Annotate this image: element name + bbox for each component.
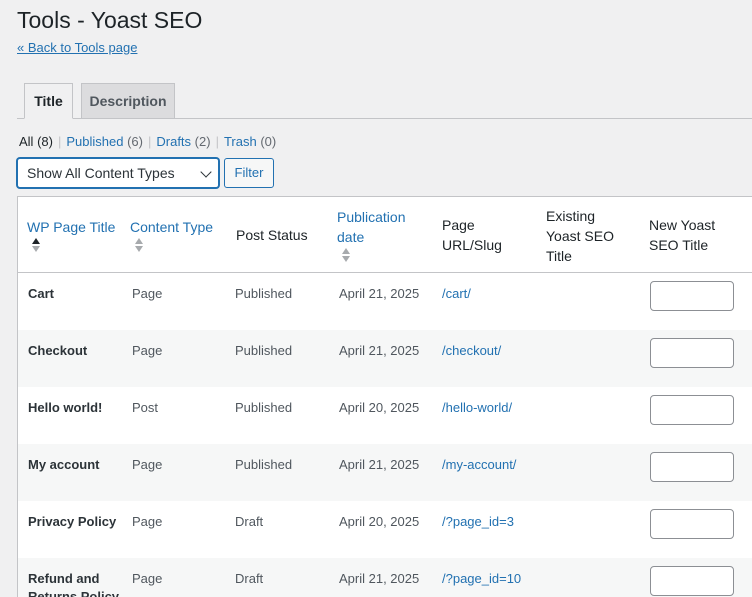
filter-trash-link[interactable]: Trash (0) [224, 134, 276, 149]
table-row: Privacy Policy Page Draft April 20, 2025… [18, 501, 752, 558]
row-post-status: Published [235, 457, 293, 472]
sort-icon[interactable] [342, 248, 352, 264]
row-title: My account [28, 457, 100, 472]
tab-title[interactable]: Title [24, 83, 73, 119]
sort-icon[interactable] [32, 238, 42, 254]
row-publication-date: April 21, 2025 [339, 457, 420, 472]
row-publication-date: April 20, 2025 [339, 514, 420, 529]
new-seo-title-input[interactable] [650, 338, 734, 368]
row-title: Checkout [28, 343, 88, 358]
column-header-existing-seo-title: Existing Yoast SEO Title [546, 208, 614, 264]
page-title: Tools - Yoast SEO [17, 7, 203, 33]
column-header-publication-date[interactable]: Publication date [337, 207, 406, 247]
new-seo-title-input[interactable] [650, 452, 734, 482]
back-to-tools-link[interactable]: « Back to Tools page [17, 40, 137, 55]
separator: | [215, 134, 219, 149]
row-url-link[interactable]: /my-account/ [442, 456, 516, 474]
separator: | [147, 134, 152, 149]
new-seo-title-input[interactable] [650, 281, 734, 311]
new-seo-title-input[interactable] [650, 395, 734, 425]
row-title: Hello world! [28, 400, 103, 415]
chevron-down-icon [200, 166, 212, 178]
row-publication-date: April 21, 2025 [339, 343, 420, 358]
content-type-select-value: Show All Content Types [27, 165, 175, 181]
row-publication-date: April 21, 2025 [339, 571, 420, 586]
table-row: Hello world! Post Published April 20, 20… [18, 387, 752, 444]
row-content-type: Page [132, 343, 163, 358]
row-url-link[interactable]: /checkout/ [442, 342, 501, 360]
column-header-content-type[interactable]: Content Type [130, 217, 213, 237]
new-seo-title-input[interactable] [650, 566, 734, 596]
column-header-new-seo-title: New Yoast SEO Title [649, 217, 716, 253]
row-content-type: Page [132, 286, 163, 301]
row-url-link[interactable]: /?page_id=10 [442, 570, 521, 588]
column-header-page-url: Page URL/Slug [442, 217, 502, 253]
row-content-type: Page [132, 514, 163, 529]
row-url-link[interactable]: /?page_id=3 [442, 513, 514, 531]
status-filter-links: All (8) | Published (6) | Drafts (2) | Trash (… [19, 134, 276, 149]
row-post-status: Published [235, 400, 293, 415]
filter-published-link[interactable]: Published (6) [66, 134, 143, 149]
row-title: Refund and Returns Policy [28, 571, 120, 597]
column-header-wp-page-title[interactable]: WP Page Title [27, 217, 115, 237]
table-row: Cart Page Published April 21, 2025 /cart… [18, 273, 752, 330]
row-url-link[interactable]: /hello-world/ [442, 399, 512, 417]
tab-description[interactable]: Description [81, 83, 175, 119]
row-url-link[interactable]: /cart/ [442, 285, 471, 303]
row-content-type: Post [132, 400, 159, 415]
column-header-post-status: Post Status [236, 227, 308, 243]
seo-titles-table: WP Page Title Content Type Post Status P… [17, 196, 752, 597]
row-publication-date: April 21, 2025 [339, 286, 420, 301]
row-post-status: Published [235, 343, 293, 358]
content-type-select[interactable]: Show All Content Types [17, 158, 219, 188]
separator: | [57, 134, 62, 149]
table-header: WP Page Title Content Type Post Status P… [18, 197, 752, 273]
filter-button[interactable]: Filter [224, 158, 274, 188]
row-publication-date: April 20, 2025 [339, 400, 420, 415]
row-content-type: Page [132, 571, 163, 586]
filter-drafts-link[interactable]: Drafts (2) [156, 134, 210, 149]
row-post-status: Draft [235, 514, 264, 529]
filter-all-link[interactable]: All (8) [19, 134, 53, 149]
new-seo-title-input[interactable] [650, 509, 734, 539]
sort-icon[interactable] [135, 238, 145, 254]
table-row: Checkout Page Published April 21, 2025 /… [18, 330, 752, 387]
row-title: Cart [28, 286, 55, 301]
table-row: My account Page Published April 21, 2025… [18, 444, 752, 501]
row-post-status: Published [235, 286, 293, 301]
table-row: Refund and Returns Policy Page Draft Apr… [18, 558, 752, 597]
row-post-status: Draft [235, 571, 264, 586]
row-content-type: Page [132, 457, 163, 472]
row-title: Privacy Policy [28, 514, 117, 529]
